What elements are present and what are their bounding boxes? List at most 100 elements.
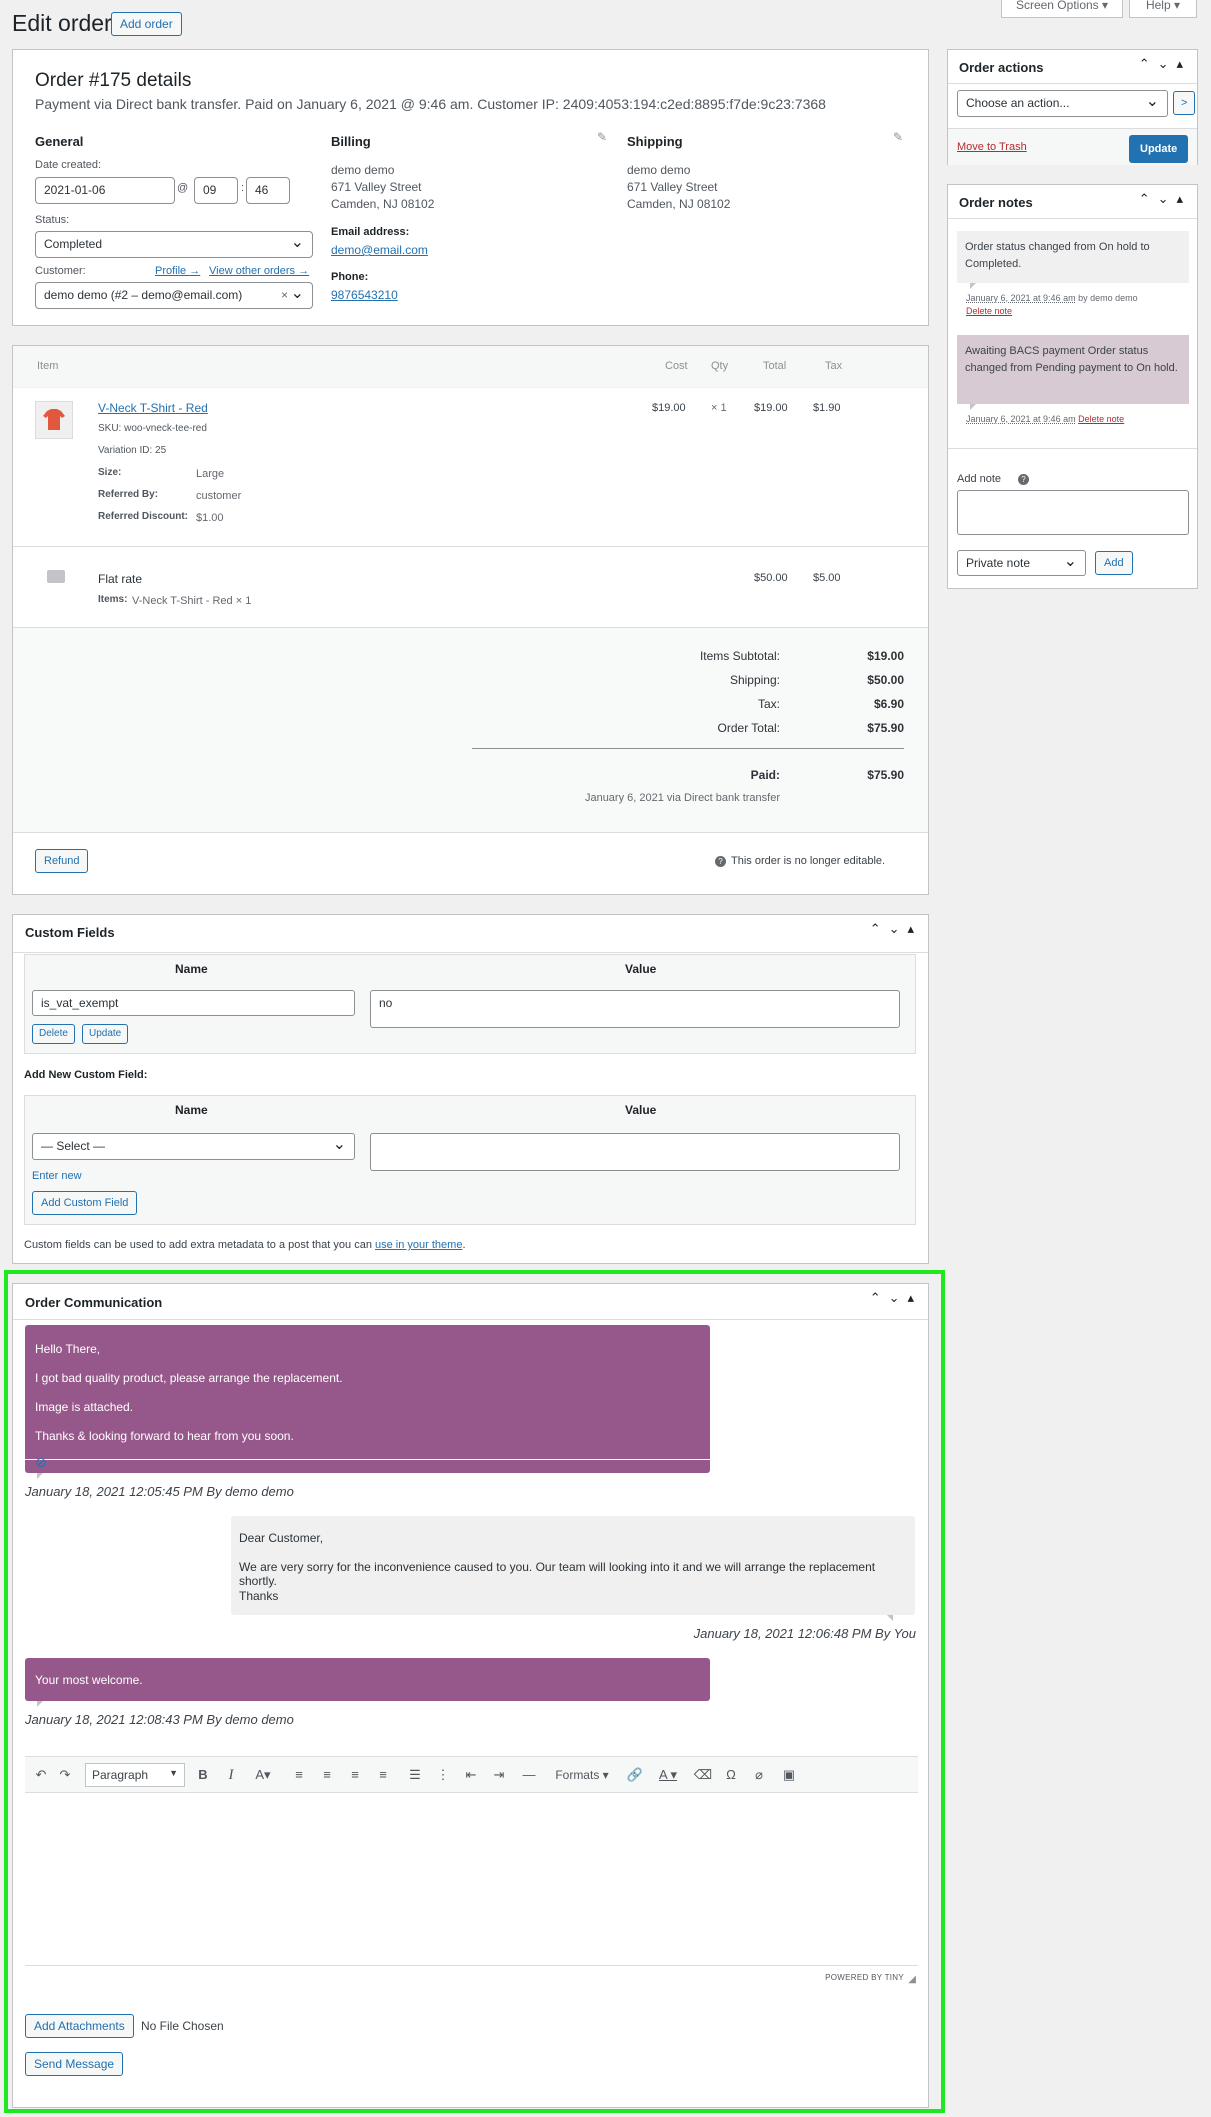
order-actions-controls[interactable]: ⌃⌄▴: [1139, 56, 1191, 72]
not-editable-text: This order is no longer editable.: [731, 855, 886, 867]
customer-select[interactable]: demo demo (#2 – demo@email.com) ×: [35, 282, 313, 309]
formats-menu[interactable]: Formats ▾: [549, 1761, 615, 1789]
phone-link[interactable]: 9876543210: [331, 288, 398, 302]
add-custom-field-button[interactable]: Add Custom Field: [32, 1191, 138, 1215]
resize-handle-icon[interactable]: ◢: [908, 1974, 916, 1985]
add-new-field-label: Add New Custom Field:: [24, 1069, 148, 1081]
shipping-total-label: Shipping:: [729, 673, 780, 687]
date-created-input[interactable]: 2021-01-06: [35, 177, 175, 204]
panel-controls[interactable]: ⌃⌄▴: [870, 921, 922, 937]
hour-input[interactable]: 09: [194, 177, 238, 204]
clear-customer-icon[interactable]: ×: [281, 288, 288, 302]
delete-field-button[interactable]: Delete: [32, 1024, 75, 1044]
order-notes-controls[interactable]: ⌃⌄▴: [1139, 191, 1191, 207]
order-title: Order #175 details: [35, 70, 192, 91]
referred-discount-label: Referred Discount:: [98, 511, 189, 522]
link-icon[interactable]: 🔗: [623, 1761, 647, 1789]
view-other-orders-link[interactable]: View other orders →: [209, 265, 309, 277]
note-type-select[interactable]: Private note: [957, 550, 1086, 576]
add-attachments-button[interactable]: Add Attachments: [25, 2014, 134, 2038]
dropdown-arrow-icon: ▼: [169, 1768, 178, 1778]
italic-icon[interactable]: I: [219, 1761, 243, 1789]
align-center-icon[interactable]: ≡: [315, 1761, 339, 1789]
text-color-icon[interactable]: A ▾: [651, 1761, 685, 1789]
attachment-icon[interactable]: ⊘: [35, 1454, 47, 1471]
msg2-line1: Dear Customer,: [239, 1531, 324, 1545]
size-value: Large: [196, 468, 225, 480]
indent-icon[interactable]: ⇥: [487, 1761, 511, 1789]
send-message-button[interactable]: Send Message: [25, 2052, 124, 2076]
product-name-link[interactable]: V-Neck T-Shirt - Red: [98, 401, 208, 415]
status-select[interactable]: Completed: [35, 231, 313, 258]
msg1-line4: Thanks & looking forward to hear from yo…: [35, 1429, 294, 1443]
eraser-icon[interactable]: ⌀: [747, 1761, 771, 1789]
msg2-line3: Thanks: [239, 1589, 279, 1603]
paid-note: January 6, 2021 via Direct bank transfer: [584, 792, 780, 804]
help-icon: ?: [715, 856, 726, 867]
move-to-trash-link[interactable]: Move to Trash: [957, 141, 1027, 153]
cost-col: Cost: [665, 360, 688, 372]
tax-total-value: $6.90: [873, 697, 904, 711]
choose-action-select[interactable]: Choose an action...: [957, 90, 1168, 117]
new-field-select[interactable]: — Select —: [32, 1133, 355, 1160]
new-value-col-header: Value: [625, 1103, 657, 1117]
name-col-header: Name: [175, 962, 208, 976]
screen-options-button[interactable]: Screen Options ▾: [1001, 0, 1123, 18]
update-order-button[interactable]: Update: [1129, 135, 1189, 163]
billing-street: 671 Valley Street: [331, 180, 422, 194]
minute-input[interactable]: 46: [246, 177, 290, 204]
update-field-button[interactable]: Update: [82, 1024, 129, 1044]
add-order-button[interactable]: Add order: [111, 12, 182, 36]
insert-image-icon[interactable]: ▣: [777, 1761, 801, 1789]
powered-by-tiny[interactable]: POWERED BY TINY: [825, 1973, 904, 1982]
order-communication-panel: Order Communication ⌃⌄▴ Hello There, I g…: [12, 1283, 929, 2108]
shipping-total-value: $50.00: [867, 673, 904, 687]
profile-link[interactable]: Profile →: [155, 265, 200, 277]
justify-icon[interactable]: ≡: [371, 1761, 395, 1789]
delete-note-1-link[interactable]: Delete note: [966, 306, 1012, 316]
refund-button[interactable]: Refund: [35, 849, 89, 873]
product-qty: × 1: [711, 402, 727, 414]
editor-body[interactable]: [25, 1793, 918, 1965]
horizontal-rule-icon[interactable]: —: [517, 1761, 541, 1789]
shipping-city: Camden, NJ 08102: [627, 197, 731, 211]
note-1-date: January 6, 2021 at 9:46 am: [966, 293, 1076, 303]
numbered-list-icon[interactable]: ⋮: [431, 1761, 455, 1789]
subtotal-value: $19.00: [867, 649, 904, 663]
communication-panel-controls[interactable]: ⌃⌄▴: [870, 1290, 922, 1306]
message-bubble-1: Hello There, I got bad quality product, …: [25, 1325, 710, 1473]
undo-icon[interactable]: ↶: [31, 1761, 51, 1789]
bold-icon[interactable]: B: [191, 1761, 215, 1789]
tax-total-label: Tax:: [757, 697, 780, 711]
new-field-value-textarea[interactable]: [370, 1133, 900, 1171]
bullet-list-icon[interactable]: ☰: [403, 1761, 427, 1789]
special-character-icon[interactable]: Ω: [719, 1761, 743, 1789]
field-value-textarea[interactable]: no: [370, 990, 900, 1028]
msg2-line2: We are very sorry for the inconvenience …: [239, 1560, 876, 1588]
order-actions-title: Order actions: [959, 60, 1044, 75]
status-label: Status:: [35, 214, 70, 226]
paragraph-select[interactable]: Paragraph ▼: [85, 1763, 185, 1787]
subtotal-label: Items Subtotal:: [699, 649, 780, 663]
outdent-icon[interactable]: ⇤: [459, 1761, 483, 1789]
add-note-button[interactable]: Add: [1095, 551, 1133, 575]
use-in-theme-link[interactable]: use in your theme: [375, 1239, 462, 1251]
field-name-input[interactable]: is_vat_exempt: [32, 990, 355, 1016]
delete-note-2-link[interactable]: Delete note: [1078, 414, 1124, 424]
align-right-icon[interactable]: ≡: [343, 1761, 367, 1789]
background-color-icon[interactable]: A▾: [247, 1761, 279, 1789]
align-left-icon[interactable]: ≡: [287, 1761, 311, 1789]
edit-billing-icon[interactable]: ✎: [597, 130, 607, 144]
note-1-author: by demo demo: [1075, 293, 1138, 303]
email-link[interactable]: demo@email.com: [331, 243, 428, 257]
clear-formatting-icon[interactable]: ⌫: [691, 1761, 715, 1789]
enter-new-link[interactable]: Enter new: [32, 1170, 82, 1182]
qty-col: Qty: [711, 360, 729, 372]
add-note-textarea[interactable]: [957, 490, 1189, 535]
edit-shipping-icon[interactable]: ✎: [893, 130, 903, 144]
product-variation: Variation ID: 25: [98, 445, 167, 456]
apply-action-button[interactable]: >: [1173, 91, 1196, 115]
help-button[interactable]: Help ▾: [1129, 0, 1197, 18]
msg1-timestamp: January 18, 2021 12:05:45 PM By demo dem…: [25, 1484, 294, 1499]
redo-icon[interactable]: ↷: [55, 1761, 75, 1789]
